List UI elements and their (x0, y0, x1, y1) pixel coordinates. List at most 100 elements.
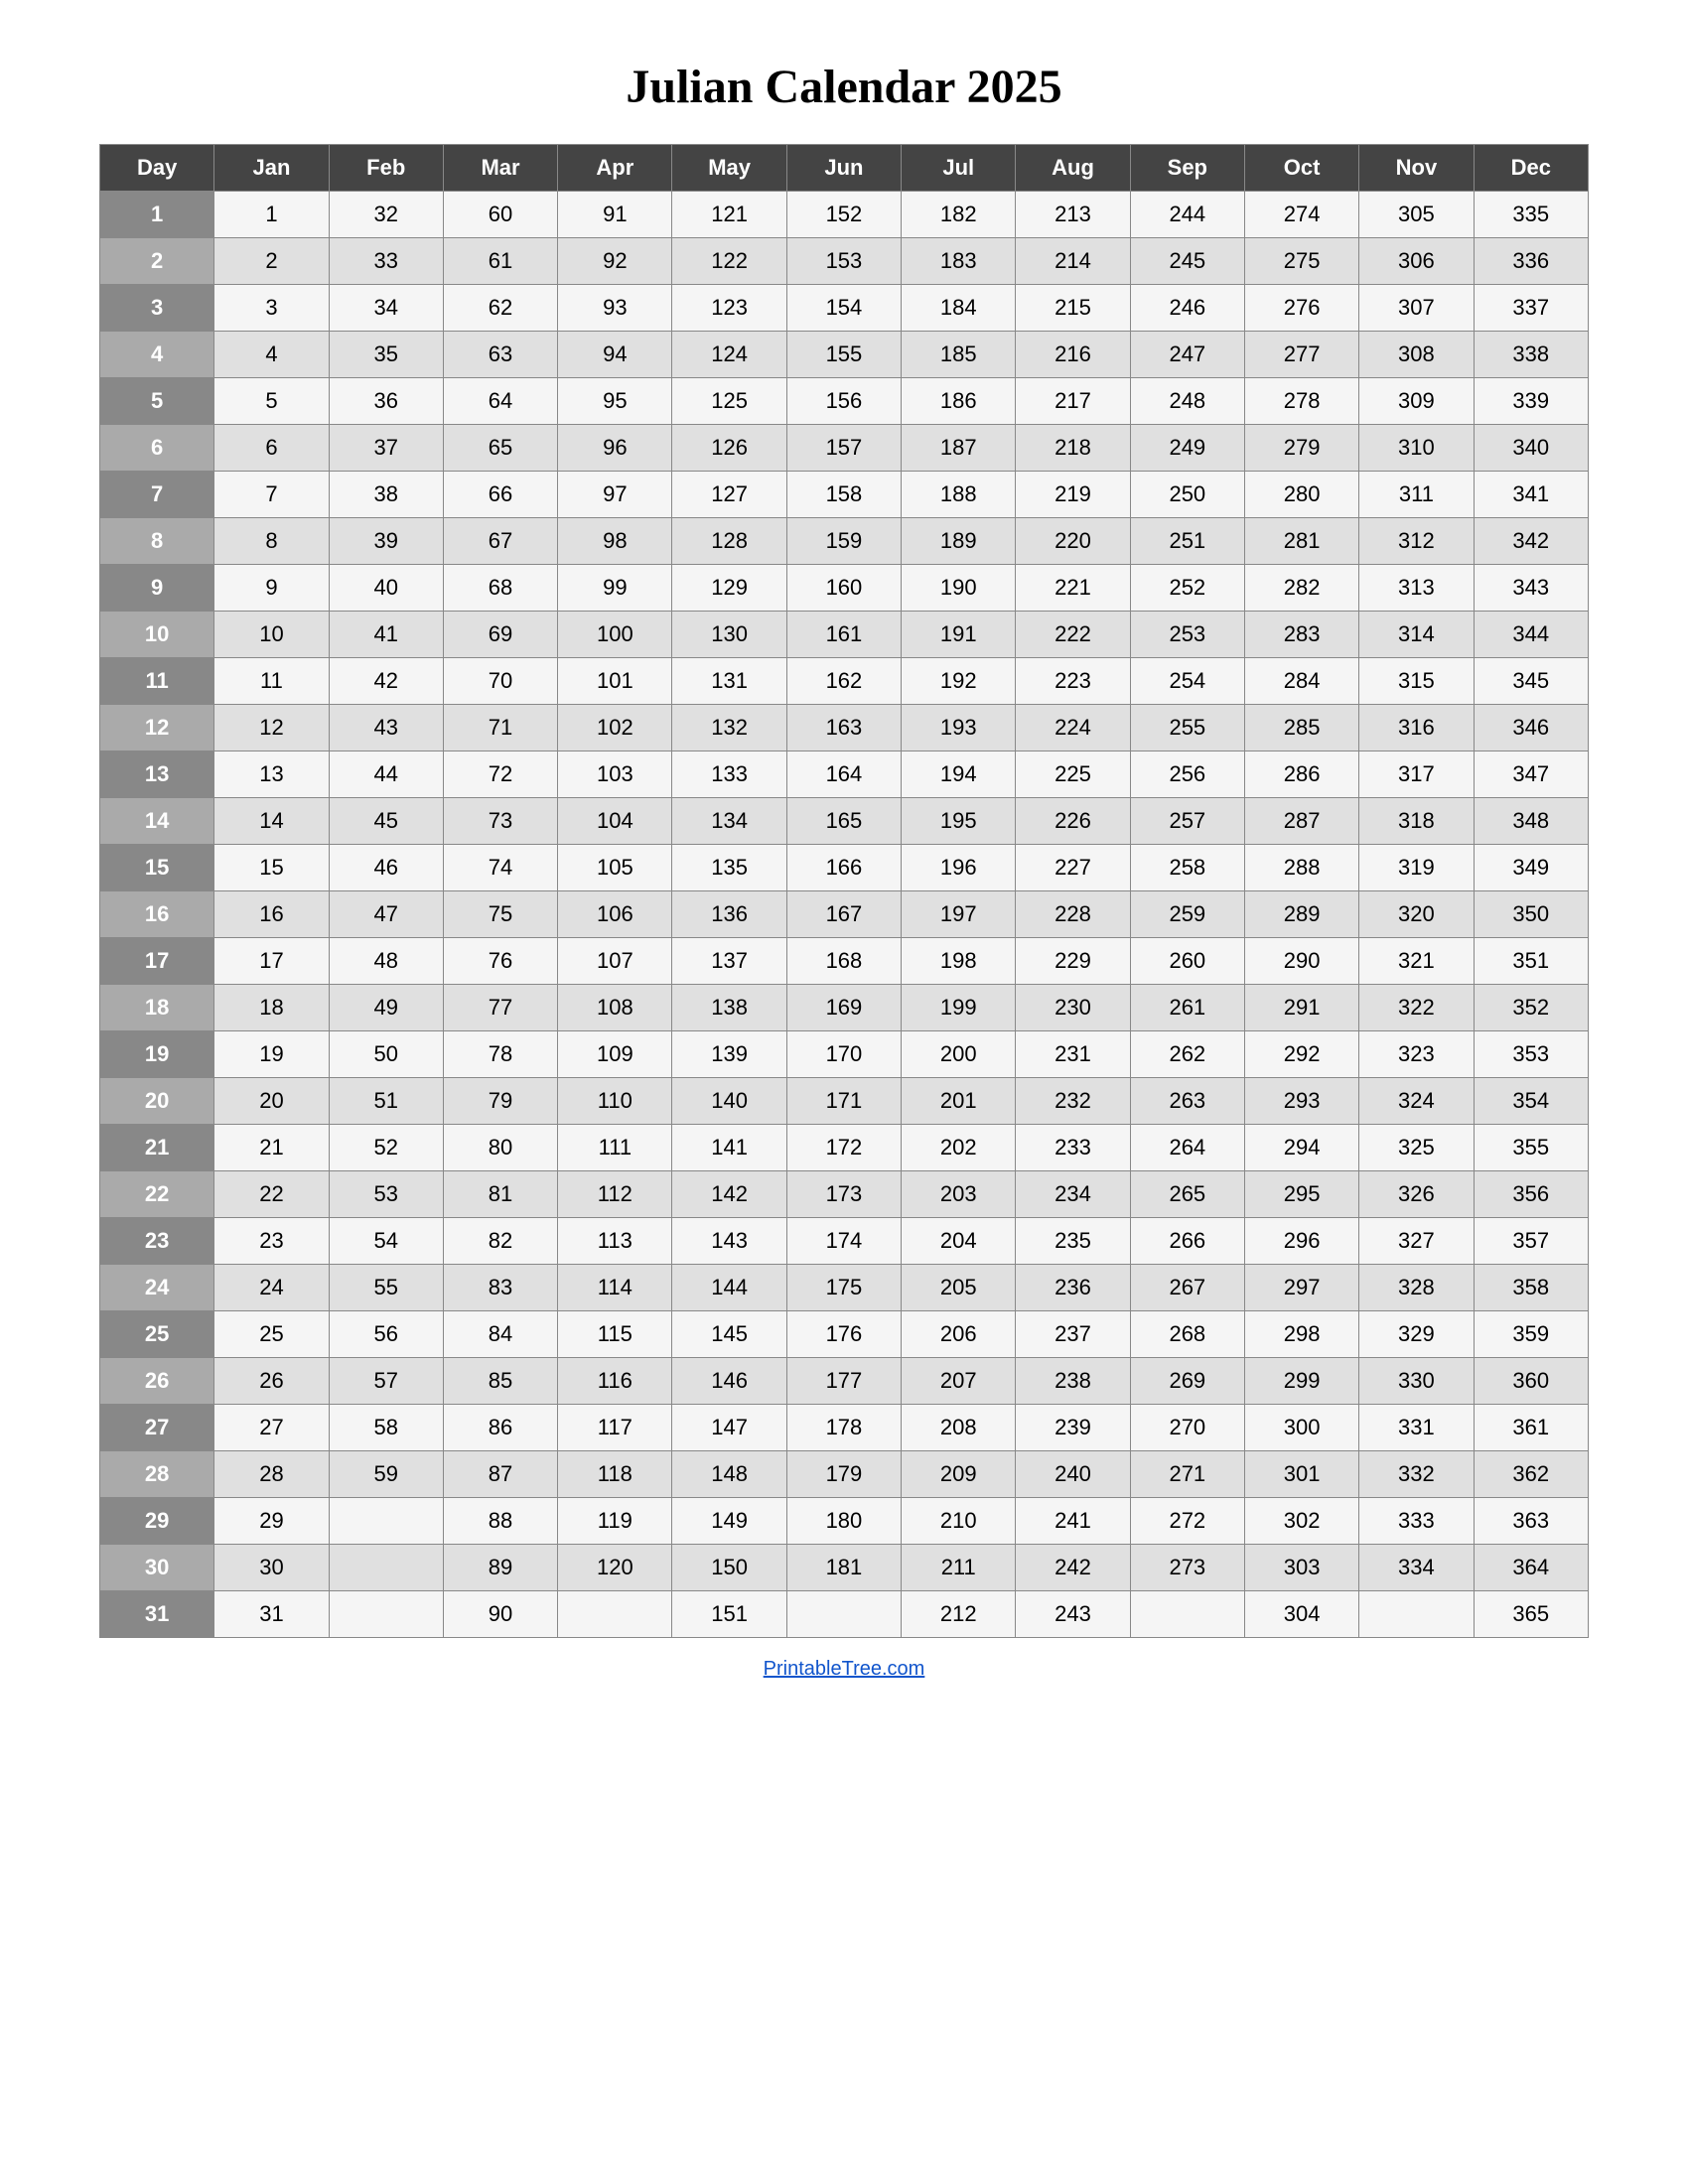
julian-day-cell: 145 (672, 1311, 786, 1358)
julian-day-cell: 220 (1016, 518, 1130, 565)
day-cell: 28 (100, 1451, 214, 1498)
julian-day-cell: 97 (558, 472, 672, 518)
julian-day-cell: 351 (1474, 938, 1588, 985)
julian-day-cell: 86 (443, 1405, 557, 1451)
julian-day-cell: 151 (672, 1591, 786, 1638)
julian-day-cell: 77 (443, 985, 557, 1031)
julian-day-cell: 119 (558, 1498, 672, 1545)
julian-day-cell: 331 (1359, 1405, 1474, 1451)
table-row: 44356394124155185216247277308338 (100, 332, 1589, 378)
julian-day-cell: 128 (672, 518, 786, 565)
day-cell: 2 (100, 238, 214, 285)
day-cell: 27 (100, 1405, 214, 1451)
julian-day-cell: 202 (902, 1125, 1016, 1171)
julian-day-cell: 116 (558, 1358, 672, 1405)
julian-day-cell: 230 (1016, 985, 1130, 1031)
julian-day-cell: 323 (1359, 1031, 1474, 1078)
julian-day-cell: 101 (558, 658, 672, 705)
julian-day-cell: 130 (672, 612, 786, 658)
julian-day-cell: 149 (672, 1498, 786, 1545)
julian-day-cell: 222 (1016, 612, 1130, 658)
page-title: Julian Calendar 2025 (626, 60, 1061, 114)
julian-day-cell: 179 (786, 1451, 901, 1498)
day-cell: 18 (100, 985, 214, 1031)
julian-day-cell: 185 (902, 332, 1016, 378)
julian-day-cell (1130, 1591, 1244, 1638)
table-row: 55366495125156186217248278309339 (100, 378, 1589, 425)
julian-day-cell: 289 (1244, 891, 1358, 938)
julian-day-cell: 245 (1130, 238, 1244, 285)
julian-day-cell: 26 (214, 1358, 329, 1405)
julian-day-cell: 140 (672, 1078, 786, 1125)
julian-day-cell: 108 (558, 985, 672, 1031)
column-header-apr: Apr (558, 145, 672, 192)
julian-day-cell: 31 (214, 1591, 329, 1638)
julian-day-cell: 2 (214, 238, 329, 285)
julian-day-cell: 212 (902, 1591, 1016, 1638)
column-header-jul: Jul (902, 145, 1016, 192)
julian-day-cell: 160 (786, 565, 901, 612)
julian-day-cell: 228 (1016, 891, 1130, 938)
table-row: 303089120150181211242273303334364 (100, 1545, 1589, 1591)
julian-day-cell: 53 (329, 1171, 443, 1218)
julian-day-cell: 138 (672, 985, 786, 1031)
julian-day-cell: 253 (1130, 612, 1244, 658)
julian-day-cell: 208 (902, 1405, 1016, 1451)
julian-day-cell: 58 (329, 1405, 443, 1451)
table-row: 24245583114144175205236267297328358 (100, 1265, 1589, 1311)
day-cell: 16 (100, 891, 214, 938)
julian-day-cell: 51 (329, 1078, 443, 1125)
julian-day-cell: 340 (1474, 425, 1588, 472)
julian-day-cell: 307 (1359, 285, 1474, 332)
julian-day-cell: 181 (786, 1545, 901, 1591)
julian-day-cell: 10 (214, 612, 329, 658)
day-cell: 12 (100, 705, 214, 751)
julian-day-cell: 338 (1474, 332, 1588, 378)
julian-day-cell: 50 (329, 1031, 443, 1078)
julian-day-cell: 66 (443, 472, 557, 518)
julian-day-cell: 118 (558, 1451, 672, 1498)
julian-day-cell: 82 (443, 1218, 557, 1265)
julian-day-cell: 163 (786, 705, 901, 751)
julian-day-cell: 210 (902, 1498, 1016, 1545)
julian-day-cell: 174 (786, 1218, 901, 1265)
julian-day-cell: 332 (1359, 1451, 1474, 1498)
julian-calendar-table: DayJanFebMarAprMayJunJulAugSepOctNovDec … (99, 144, 1589, 1638)
julian-day-cell: 64 (443, 378, 557, 425)
julian-day-cell: 298 (1244, 1311, 1358, 1358)
column-header-dec: Dec (1474, 145, 1588, 192)
footer-link[interactable]: PrintableTree.com (764, 1658, 925, 1681)
julian-day-cell: 164 (786, 751, 901, 798)
julian-day-cell: 93 (558, 285, 672, 332)
julian-day-cell: 271 (1130, 1451, 1244, 1498)
julian-day-cell: 131 (672, 658, 786, 705)
julian-day-cell: 103 (558, 751, 672, 798)
julian-day-cell: 162 (786, 658, 901, 705)
julian-day-cell: 345 (1474, 658, 1588, 705)
julian-day-cell: 19 (214, 1031, 329, 1078)
table-row: 66376596126157187218249279310340 (100, 425, 1589, 472)
julian-day-cell: 54 (329, 1218, 443, 1265)
table-row: 99406899129160190221252282313343 (100, 565, 1589, 612)
day-cell: 20 (100, 1078, 214, 1125)
julian-day-cell: 157 (786, 425, 901, 472)
julian-day-cell: 243 (1016, 1591, 1130, 1638)
julian-day-cell: 62 (443, 285, 557, 332)
table-row: 22336192122153183214245275306336 (100, 238, 1589, 285)
julian-day-cell: 254 (1130, 658, 1244, 705)
julian-day-cell: 258 (1130, 845, 1244, 891)
julian-day-cell: 223 (1016, 658, 1130, 705)
day-cell: 3 (100, 285, 214, 332)
julian-day-cell: 125 (672, 378, 786, 425)
julian-day-cell: 316 (1359, 705, 1474, 751)
julian-day-cell: 1 (214, 192, 329, 238)
julian-day-cell: 27 (214, 1405, 329, 1451)
julian-day-cell: 321 (1359, 938, 1474, 985)
julian-day-cell: 170 (786, 1031, 901, 1078)
julian-day-cell: 277 (1244, 332, 1358, 378)
julian-day-cell: 333 (1359, 1498, 1474, 1545)
column-header-mar: Mar (443, 145, 557, 192)
julian-day-cell: 346 (1474, 705, 1588, 751)
julian-day-cell: 159 (786, 518, 901, 565)
julian-day-cell: 144 (672, 1265, 786, 1311)
